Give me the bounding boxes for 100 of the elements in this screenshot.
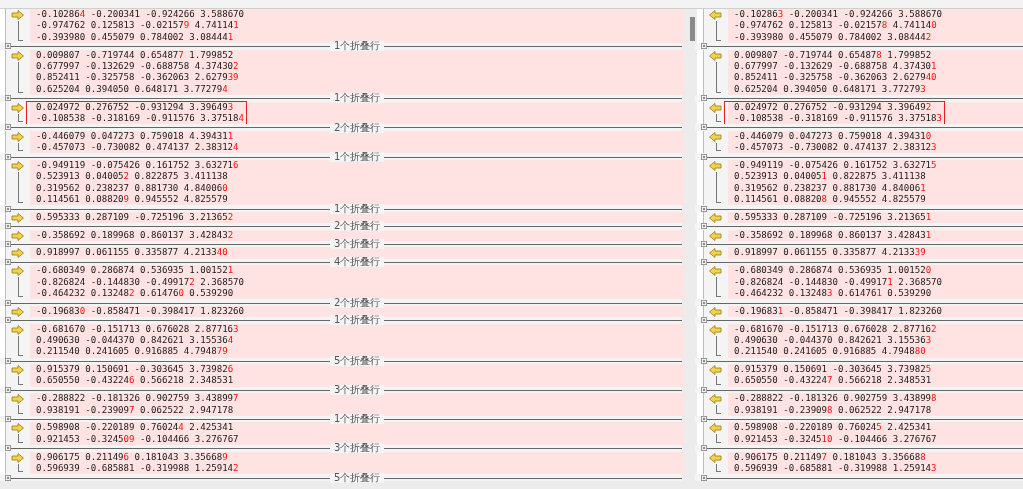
diff-line: 0.625204 0.394050 0.648171 3.772794	[36, 83, 229, 96]
expand-icon[interactable]	[5, 223, 11, 230]
diff-line: -0.826824 -0.144830 -0.499172 2.368570	[36, 276, 245, 288]
arrow-icon[interactable]	[709, 306, 722, 317]
diff-line: -0.457073 -0.730082 0.474137 2.383123	[734, 142, 937, 154]
arrow-icon[interactable]	[709, 50, 722, 61]
folded-lines-label: 1个折叠行	[330, 414, 385, 425]
arrow-icon[interactable]	[709, 365, 722, 376]
folded-lines-label: 3个折叠行	[330, 239, 385, 250]
diff-line: -0.393980 0.455079 0.784002 3.08444 1	[36, 31, 235, 44]
arrow-icon[interactable]	[11, 131, 24, 142]
arrow-icon[interactable]	[709, 248, 722, 259]
diff-line: 0.915379 0.150691 -0.303645 3.739825	[734, 364, 932, 376]
arrow-icon[interactable]	[11, 50, 24, 61]
diff-line: 0.598908 -0.220189 0.760244 2.425341	[36, 422, 235, 434]
arrow-icon[interactable]	[11, 306, 24, 317]
arrow-icon[interactable]	[11, 230, 24, 241]
expand-icon[interactable]	[5, 445, 11, 452]
expand-icon[interactable]	[700, 416, 707, 423]
expand-icon[interactable]	[700, 43, 707, 50]
expand-icon[interactable]	[5, 474, 11, 481]
tree-line	[18, 277, 23, 298]
expand-icon[interactable]	[700, 299, 707, 306]
expand-icon[interactable]	[5, 153, 11, 160]
expand-icon[interactable]	[5, 416, 11, 423]
arrow-icon[interactable]	[11, 452, 24, 463]
arrow-icon[interactable]	[11, 10, 24, 20]
diff-line: 0.596939 -0.685881 -0.319988 1.259143	[734, 462, 937, 475]
diff-line: 0.598908 -0.220189 0.760245 2.425341	[734, 422, 933, 434]
expand-icon[interactable]	[5, 299, 11, 306]
arrow-icon[interactable]	[709, 230, 722, 241]
arrow-icon[interactable]	[709, 423, 722, 434]
diff-line: 0.625204 0.394050 0.648171 3.772793	[734, 83, 927, 96]
arrow-icon[interactable]	[709, 131, 722, 142]
diff-line: 0.009807 -0.719744 0.654878 1.799852	[734, 49, 933, 61]
expand-icon[interactable]	[5, 205, 11, 212]
arrow-icon[interactable]	[11, 394, 24, 405]
expand-icon[interactable]	[700, 357, 707, 364]
expand-icon[interactable]	[700, 223, 707, 230]
diff-line: -0.680349 0.286874 0.536935 1.00152 1	[36, 265, 235, 277]
diff-line: -0.681670 -0.151713 0.676028 2.877163	[36, 323, 239, 335]
tree-line	[716, 142, 721, 152]
diff-line: -0.949119 -0.075426 0.161752 3.632715	[734, 159, 937, 172]
expand-icon[interactable]	[700, 317, 707, 324]
arrow-icon[interactable]	[709, 160, 722, 171]
expand-icon[interactable]	[700, 153, 707, 160]
arrow-icon[interactable]	[709, 10, 722, 20]
folded-lines-label: 1个折叠行	[330, 203, 385, 214]
folded-lines-label: 1个折叠行	[330, 41, 385, 52]
diff-line: 0.918997 0.061155 0.335877 4.213340	[36, 247, 228, 259]
arrow-icon[interactable]	[11, 160, 24, 171]
diff-line: -0.974762 0.125813 -0.021579 4.741141	[36, 20, 240, 32]
expand-icon[interactable]	[5, 357, 11, 364]
diff-line: -0.680349 0.286874 0.536935 1.001520	[734, 265, 933, 277]
arrow-icon[interactable]	[11, 365, 24, 376]
arrow-icon[interactable]	[709, 394, 722, 405]
expand-icon[interactable]	[700, 474, 707, 481]
expand-icon[interactable]	[5, 43, 11, 50]
arrow-icon[interactable]	[709, 452, 722, 463]
diff-line: -0.288822 -0.181326 0.902759 3.438998	[734, 393, 937, 405]
arrow-icon[interactable]	[11, 212, 24, 223]
tree-line	[716, 405, 721, 414]
expand-icon[interactable]	[5, 241, 11, 248]
arrow-icon[interactable]	[11, 248, 24, 259]
folded-lines-label: 1个折叠行	[330, 151, 385, 162]
diff-line: 0.211540 0.241605 0.916885 4.794880	[734, 346, 927, 358]
diff-line: 0.921453 -0.324510 -0.104466 3.276767	[734, 433, 937, 446]
arrow-icon[interactable]	[709, 212, 722, 223]
scrollbar-thumb[interactable]	[690, 17, 695, 41]
expand-icon[interactable]	[5, 258, 11, 265]
expand-icon[interactable]	[700, 205, 707, 212]
folded-lines-label: 2个折叠行	[330, 297, 385, 308]
expand-icon[interactable]	[700, 258, 707, 265]
diff-line: 0.211540 0.241605 0.916885 4.794879	[36, 346, 229, 358]
expand-icon[interactable]	[5, 387, 11, 394]
arrow-icon[interactable]	[11, 324, 24, 335]
diff-line: 0.938191 -0.239098 0.062522 2.947178	[734, 404, 933, 416]
diff-line: 0.596939 -0.685881 -0.319988 1.259142	[36, 462, 239, 475]
expand-icon[interactable]	[700, 241, 707, 248]
diff-line: 0.906175 0.211496 0.181043 3.356689	[36, 451, 229, 463]
arrow-icon[interactable]	[11, 266, 24, 277]
arrow-icon[interactable]	[11, 423, 24, 434]
arrow-icon[interactable]	[709, 324, 722, 335]
expand-icon[interactable]	[5, 124, 11, 131]
expand-icon[interactable]	[700, 124, 707, 131]
expand-icon[interactable]	[5, 317, 11, 324]
arrow-icon[interactable]	[11, 102, 24, 113]
expand-icon[interactable]	[5, 95, 11, 102]
diff-line: 0.523913 0.040052 0.822875 3.411138	[36, 171, 229, 183]
diff-line: -0.358692 0.189968 0.860137 3.42843 1	[734, 229, 932, 241]
folded-lines-label: 4个折叠行	[330, 256, 385, 267]
expand-icon[interactable]	[700, 387, 707, 394]
diff-line: -0.102863 -0.200341 -0.924266 3.588670	[734, 9, 943, 21]
expand-icon[interactable]	[700, 445, 707, 452]
expand-icon[interactable]	[700, 95, 707, 102]
diff-line: 0.915379 0.150691 -0.303645 3.739826	[36, 364, 234, 376]
tree-line	[716, 113, 721, 123]
arrow-icon[interactable]	[709, 266, 722, 277]
diff-line: 0.319562 0.238237 0.881730 4.840061	[734, 182, 927, 195]
arrow-icon[interactable]	[709, 102, 722, 113]
